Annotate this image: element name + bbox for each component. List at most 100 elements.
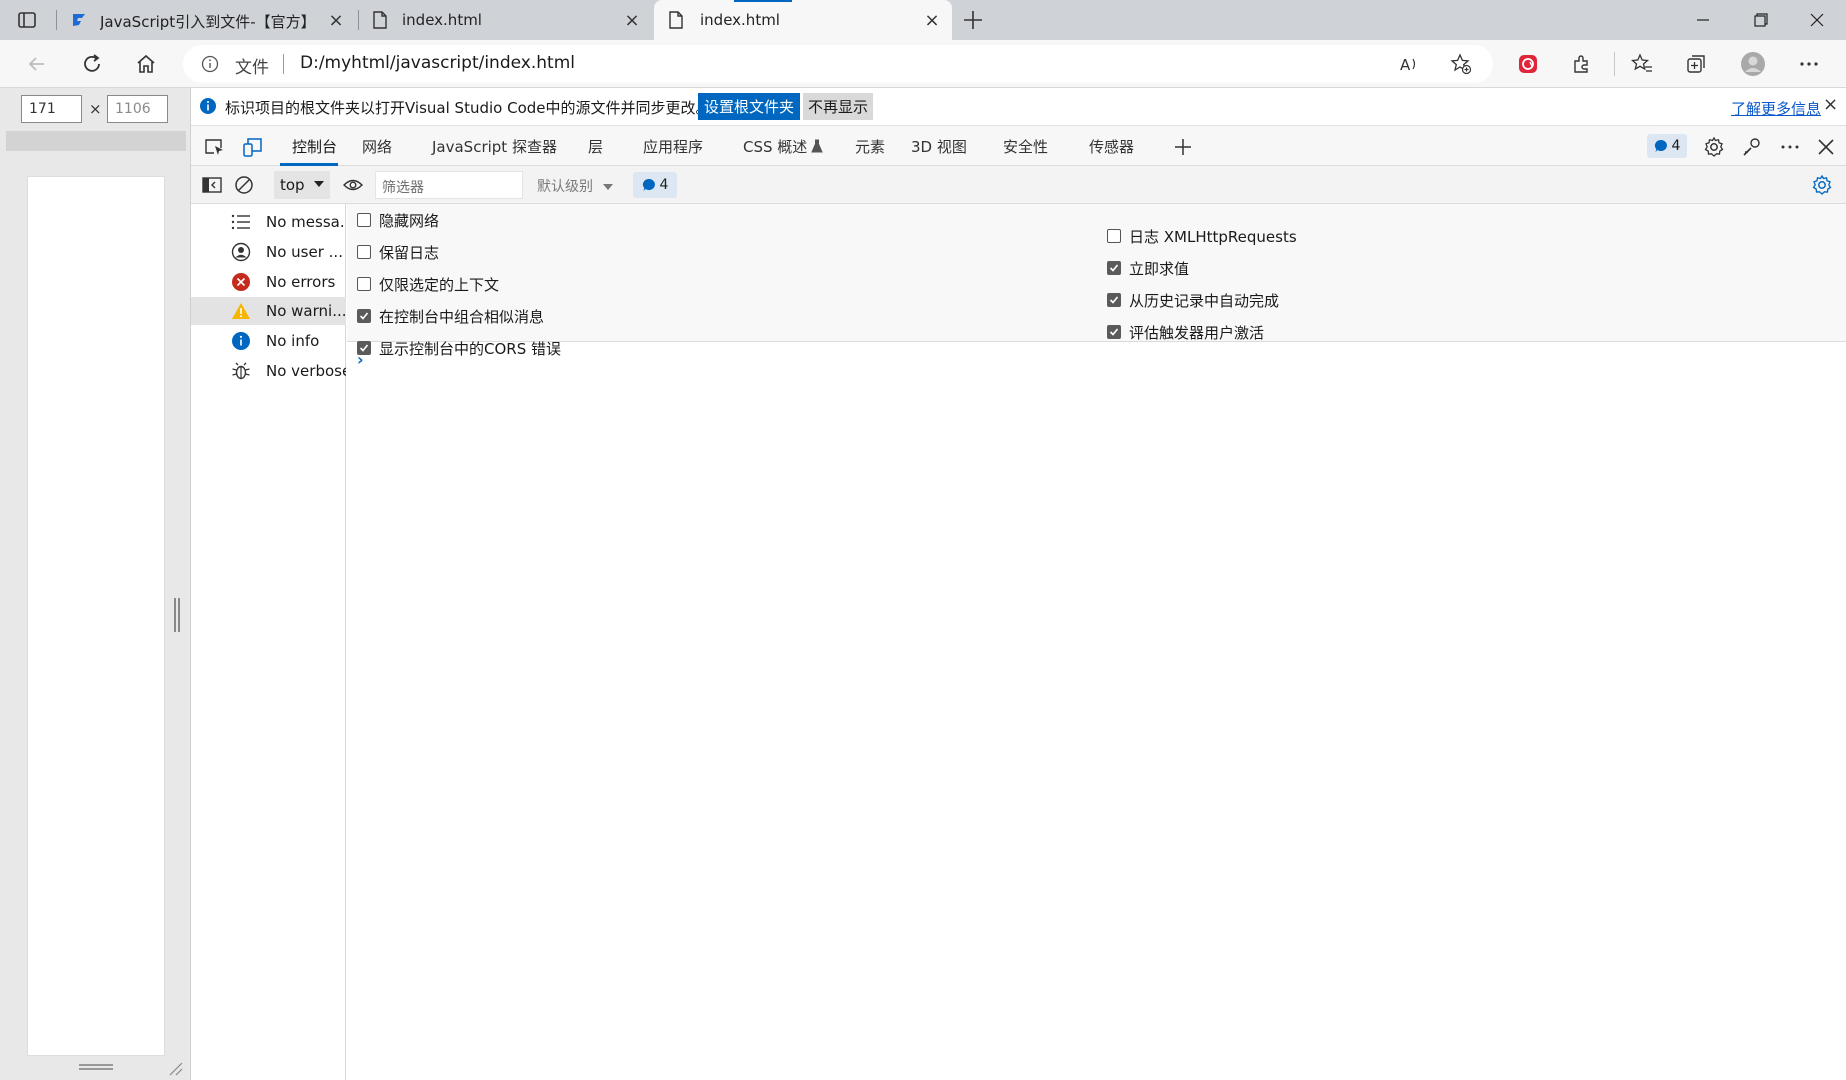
checkbox[interactable]: [357, 213, 371, 227]
log-level-select[interactable]: 默认级别: [537, 176, 614, 196]
gear-icon[interactable]: [1701, 134, 1727, 160]
restore-button[interactable]: [1736, 0, 1786, 40]
tab-js-profiler[interactable]: JavaScript 探查器: [432, 136, 557, 157]
tab-separator: [358, 10, 359, 30]
flask-icon: [811, 139, 823, 153]
setting-evaluate-user-activation[interactable]: 评估触发器用户激活: [1107, 321, 1264, 343]
tab-actions-icon[interactable]: [16, 9, 38, 31]
console-toolbar: top 筛选器 默认级别 4: [191, 166, 1846, 204]
close-icon[interactable]: ×: [1823, 94, 1838, 115]
extension-red-icon[interactable]: [1512, 49, 1544, 79]
setting-show-cors-errors[interactable]: 显示控制台中的CORS 错误: [357, 337, 561, 359]
new-tab-icon[interactable]: [960, 7, 986, 33]
sidebar-item-user[interactable]: No user ...: [191, 238, 346, 266]
context-select[interactable]: top: [274, 171, 330, 199]
sidebar-item-label: No verbose: [266, 362, 346, 380]
console-issues-badge[interactable]: 4: [633, 172, 677, 198]
console-prompt[interactable]: ›: [357, 350, 364, 369]
chevron-down-icon: [314, 181, 324, 187]
extensions-icon[interactable]: [1566, 49, 1598, 79]
tab-elements[interactable]: 元素: [855, 136, 885, 157]
file-label: 文件: [235, 58, 269, 78]
minimize-button[interactable]: [1678, 0, 1728, 40]
checkbox-checked[interactable]: [1107, 293, 1121, 307]
toolbar-divider: [1614, 52, 1615, 76]
setting-preserve-log[interactable]: 保留日志: [357, 241, 439, 263]
setting-selected-context-only[interactable]: 仅限选定的上下文: [357, 273, 499, 295]
checkbox[interactable]: [1107, 229, 1121, 243]
setting-label: 日志 XMLHttpRequests: [1129, 227, 1297, 246]
learn-more-link[interactable]: 了解更多信息: [1731, 98, 1821, 119]
more-options-icon[interactable]: [1777, 134, 1803, 160]
sidebar-item-warnings[interactable]: No warni...: [191, 297, 346, 325]
tab-javascript[interactable]: JavaScript引入到文件-【官方】E ×: [60, 0, 356, 40]
sidebar-item-label: No info: [266, 332, 320, 350]
profile-avatar[interactable]: [1737, 49, 1769, 79]
set-root-folder-button[interactable]: 设置根文件夹: [698, 93, 801, 120]
tab-index-active[interactable]: index.html ×: [654, 0, 952, 40]
close-icon[interactable]: ×: [326, 10, 346, 31]
back-button[interactable]: [20, 48, 54, 80]
tab-sensors[interactable]: 传感器: [1089, 136, 1134, 157]
tab-security[interactable]: 安全性: [1003, 136, 1048, 157]
message-icon: [642, 178, 655, 191]
tab-layers[interactable]: 层: [588, 136, 603, 157]
device-emulation-icon[interactable]: [239, 134, 265, 160]
tab-index-1[interactable]: index.html ×: [362, 0, 652, 40]
resize-corner-icon[interactable]: [167, 1060, 183, 1076]
viewport-height-input[interactable]: 1106: [107, 95, 168, 123]
setting-log-xhr[interactable]: 日志 XMLHttpRequests: [1107, 225, 1297, 247]
home-button[interactable]: [129, 48, 163, 80]
more-menu-icon[interactable]: [1793, 49, 1825, 79]
console-settings-gear-icon[interactable]: [1809, 173, 1835, 197]
checkbox-checked[interactable]: [1107, 325, 1121, 339]
dont-show-again-button[interactable]: 不再显示: [803, 93, 874, 120]
close-window-button[interactable]: [1792, 0, 1842, 40]
dimension-separator: ×: [89, 100, 102, 118]
refresh-button[interactable]: [75, 48, 109, 80]
tab-application[interactable]: 应用程序: [643, 136, 703, 157]
tab-3d-view[interactable]: 3D 视图: [911, 136, 967, 157]
viewport-bottom-handle[interactable]: [79, 1064, 113, 1070]
setting-group-similar[interactable]: 在控制台中组合相似消息: [357, 305, 544, 327]
close-devtools-icon[interactable]: [1813, 134, 1839, 160]
customize-icon[interactable]: [1739, 134, 1765, 160]
close-icon[interactable]: ×: [922, 10, 942, 31]
sidebar-toggle-icon[interactable]: [199, 173, 225, 197]
list-icon: [231, 212, 251, 232]
checkbox-checked[interactable]: [1107, 261, 1121, 275]
tab-console[interactable]: 控制台: [292, 136, 337, 157]
favorites-icon[interactable]: [1626, 49, 1658, 79]
site-info-icon[interactable]: [201, 55, 219, 73]
issues-badge[interactable]: 4: [1647, 134, 1687, 158]
checkbox-checked[interactable]: [357, 309, 371, 323]
checkbox[interactable]: [357, 245, 371, 259]
setting-eager-evaluation[interactable]: 立即求值: [1107, 257, 1189, 279]
sidebar-item-errors[interactable]: No errors: [191, 268, 346, 296]
sidebar-item-info[interactable]: No info: [191, 327, 346, 355]
read-aloud-icon[interactable]: A: [1393, 49, 1425, 79]
setting-hide-network[interactable]: 隐藏网络: [357, 209, 439, 231]
setting-autocomplete-history[interactable]: 从历史记录中自动完成: [1107, 289, 1279, 311]
live-expression-eye-icon[interactable]: [340, 173, 366, 197]
checkbox[interactable]: [357, 277, 371, 291]
tab-network[interactable]: 网络: [362, 136, 392, 157]
address-bar[interactable]: 文件 D:/myhtml/javascript/index.html A: [183, 45, 1493, 83]
site-icon: [70, 11, 88, 29]
url-text[interactable]: D:/myhtml/javascript/index.html: [300, 53, 575, 73]
viewport-resize-handle[interactable]: [174, 598, 180, 632]
filter-input[interactable]: 筛选器: [375, 171, 523, 199]
console-settings-panel: 隐藏网络 保留日志 仅限选定的上下文 在控制台中组合相似消息 显示控制台中的CO…: [347, 204, 1846, 358]
emulated-page[interactable]: [27, 176, 165, 1056]
sidebar-item-messages[interactable]: No messa...: [191, 208, 346, 236]
inspect-element-icon[interactable]: [201, 134, 227, 160]
viewport-width-input[interactable]: 171: [21, 95, 82, 123]
collections-icon[interactable]: [1680, 49, 1712, 79]
favorite-add-icon[interactable]: [1445, 49, 1477, 79]
sidebar-item-verbose[interactable]: No verbose: [191, 357, 346, 385]
close-icon[interactable]: ×: [622, 10, 642, 31]
tab-css-overview[interactable]: CSS 概述: [743, 136, 807, 157]
add-tab-icon[interactable]: [1170, 134, 1196, 160]
sidebar-item-label: No warni...: [266, 302, 346, 320]
clear-console-icon[interactable]: [231, 173, 257, 197]
